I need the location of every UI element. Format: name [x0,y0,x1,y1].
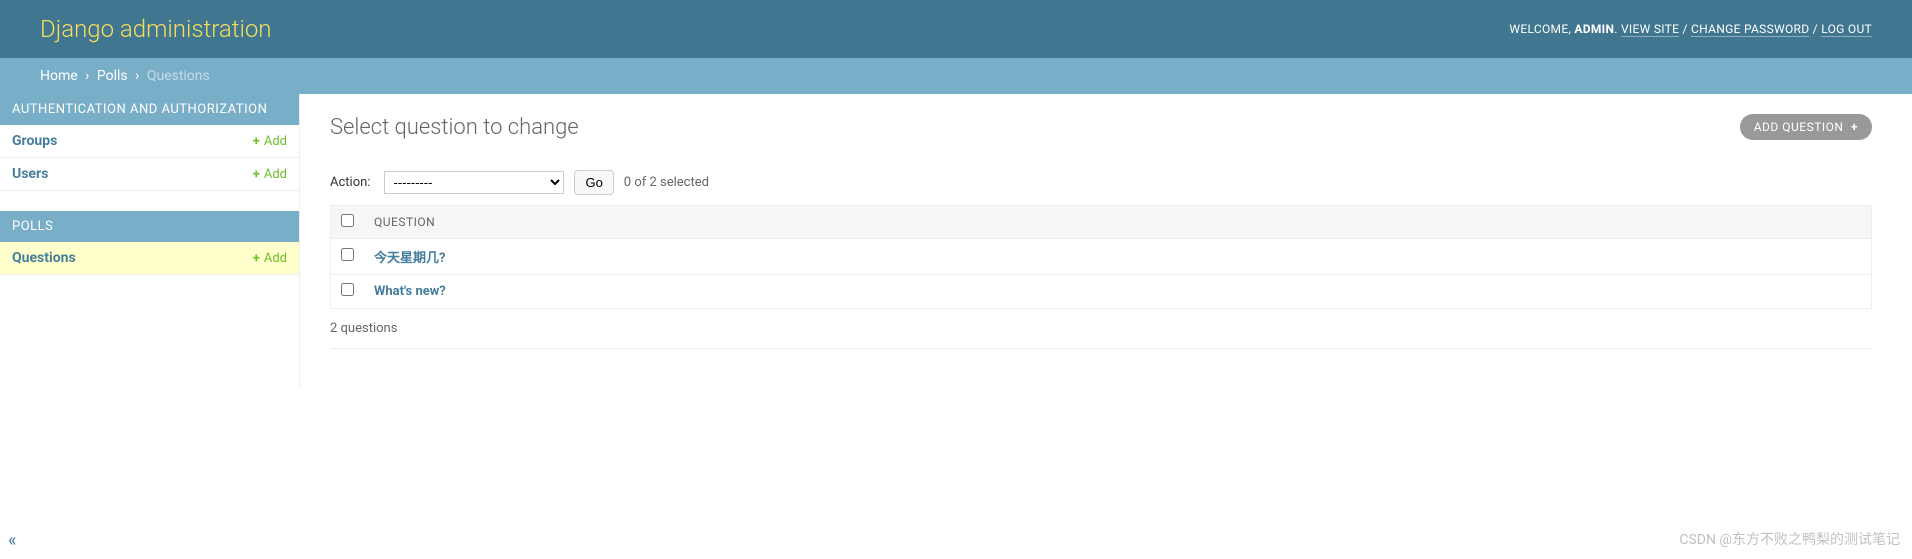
go-button[interactable]: Go [574,170,613,195]
welcome-text: WELCOME, [1509,22,1574,36]
add-questions-link[interactable]: Add [253,251,287,266]
main-content: Select question to change ADD QUESTION A… [300,94,1912,389]
page-title: Select question to change [330,115,579,140]
username: ADMIN [1574,22,1614,36]
add-groups-link[interactable]: Add [253,134,287,149]
sidebar-item-groups: Groups Add [0,125,299,158]
paginator: 2 questions [330,309,1872,349]
sidebar-link-users[interactable]: Users [12,166,48,182]
results-table: QUESTION 今天星期几? What's new? [330,205,1872,309]
action-select[interactable]: --------- [384,171,564,194]
watermark: CSDN @东方不败之鸭梨的测试笔记 [1679,529,1900,549]
breadcrumb-app[interactable]: Polls [97,68,128,84]
sidebar: AUTHENTICATION AND AUTHORIZATION Groups … [0,94,300,389]
row-checkbox[interactable] [341,248,354,261]
action-label: Action: [330,175,370,190]
sidebar-link-questions[interactable]: Questions [12,250,76,266]
sidebar-module-auth: AUTHENTICATION AND AUTHORIZATION Groups … [0,94,299,191]
separator: / [1683,22,1692,36]
question-link[interactable]: What's new? [374,284,446,299]
sidebar-item-questions: Questions Add [0,242,299,275]
column-header-question[interactable]: QUESTION [364,206,1872,239]
breadcrumb-sep: › [131,68,143,84]
dot: . [1614,22,1621,36]
sidebar-caption-polls: POLLS [0,211,299,242]
add-users-link[interactable]: Add [253,167,287,182]
table-row: What's new? [331,275,1872,309]
action-counter: 0 of 2 selected [624,175,709,190]
branding: Django administration [40,15,272,43]
sidebar-link-groups[interactable]: Groups [12,133,57,149]
add-question-button[interactable]: ADD QUESTION [1740,114,1872,140]
toggle-nav-icon[interactable]: « [8,530,16,551]
actions-bar: Action: --------- Go 0 of 2 selected [330,160,1872,205]
sidebar-caption-auth: AUTHENTICATION AND AUTHORIZATION [0,94,299,125]
breadcrumb-sep: › [81,68,93,84]
sidebar-module-polls: POLLS Questions Add [0,211,299,275]
separator: / [1813,22,1822,36]
logout-link[interactable]: LOG OUT [1821,22,1872,37]
view-site-link[interactable]: VIEW SITE [1621,22,1679,37]
change-password-link[interactable]: CHANGE PASSWORD [1691,22,1809,37]
branding-link[interactable]: Django administration [40,15,272,43]
breadcrumb-current: Questions [147,68,210,84]
question-link[interactable]: 今天星期几? [374,251,445,266]
table-row: 今天星期几? [331,239,1872,275]
select-all-checkbox[interactable] [341,214,354,227]
row-checkbox[interactable] [341,283,354,296]
sidebar-item-users: Users Add [0,158,299,191]
user-tools: WELCOME, ADMIN. VIEW SITE / CHANGE PASSW… [1509,22,1872,36]
breadcrumb-home[interactable]: Home [40,68,78,84]
breadcrumb: Home › Polls › Questions [0,58,1912,94]
